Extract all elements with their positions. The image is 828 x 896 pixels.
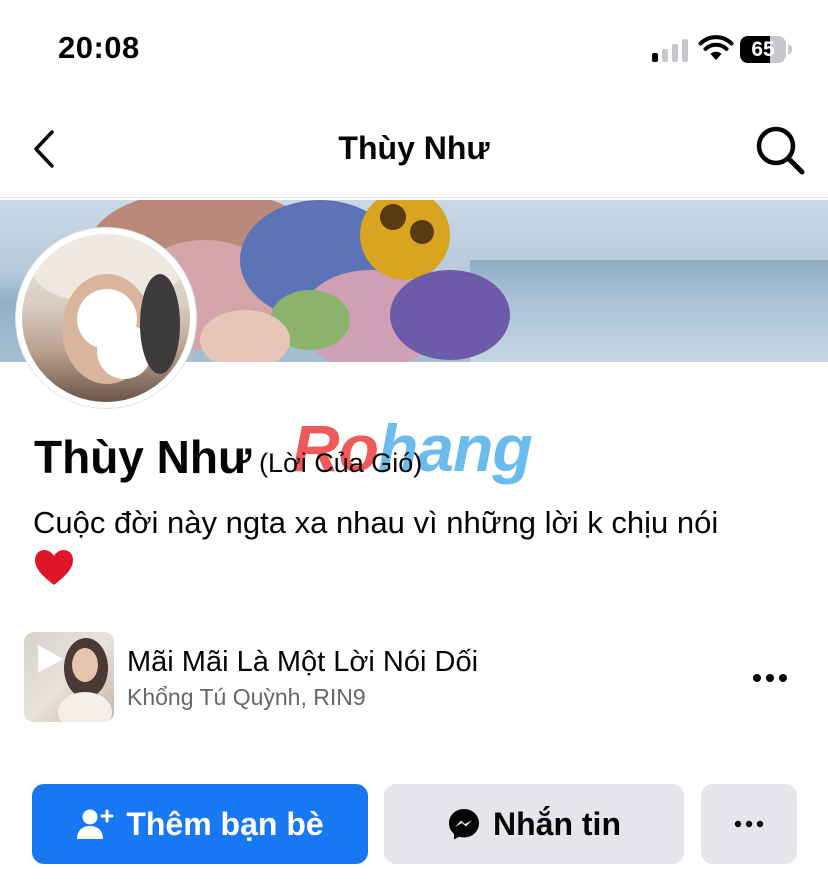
- profile-music[interactable]: Mãi Mãi Là Một Lời Nói Dối Khổng Tú Quỳn…: [24, 632, 804, 724]
- page-title: Thùy Như: [338, 130, 490, 166]
- cellular-signal-icon: [652, 38, 692, 62]
- more-horizontal-icon: [734, 820, 764, 828]
- profile-bio: Cuộc đời này ngta xa nhau vì những lời k…: [33, 502, 813, 588]
- messenger-icon: [449, 809, 479, 840]
- add-friend-label: Thêm bạn bè: [126, 805, 324, 842]
- status-bar: 20:08 65: [0, 0, 828, 100]
- battery-icon: 65: [740, 36, 792, 63]
- profile-avatar[interactable]: [16, 228, 196, 408]
- heart-icon: [35, 550, 73, 585]
- add-friend-icon: [77, 809, 114, 839]
- play-icon[interactable]: [34, 642, 66, 676]
- profile-alternate-name: (Lời Của Gió): [259, 448, 423, 478]
- wifi-icon: [698, 35, 734, 60]
- message-button[interactable]: Nhắn tin: [384, 784, 684, 864]
- song-title: Mãi Mãi Là Một Lời Nói Dối: [127, 646, 479, 678]
- message-label: Nhắn tin: [493, 805, 621, 842]
- more-actions-button[interactable]: [701, 784, 797, 864]
- status-time: 20:08: [58, 30, 140, 65]
- search-icon[interactable]: [754, 124, 806, 176]
- song-cover-thumbnail[interactable]: [24, 632, 114, 722]
- more-horizontal-icon[interactable]: [746, 664, 794, 692]
- song-artist: Khổng Tú Quỳnh, RIN9: [127, 684, 366, 710]
- profile-name: Thùy Như: [34, 431, 252, 483]
- add-friend-button[interactable]: Thêm bạn bè: [32, 784, 368, 864]
- battery-percent: 65: [751, 38, 775, 61]
- top-nav-bar: Thùy Như: [0, 100, 828, 198]
- profile-bio-text: Cuộc đời này ngta xa nhau vì những lời k…: [33, 505, 719, 540]
